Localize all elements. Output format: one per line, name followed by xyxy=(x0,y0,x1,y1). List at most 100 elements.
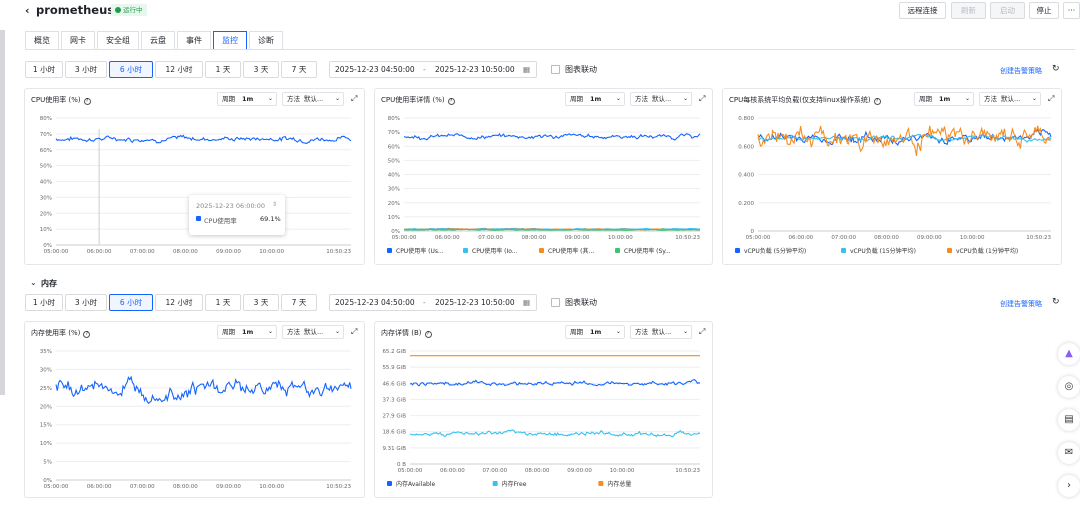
period-select[interactable]: 周期 1m ⌄ xyxy=(565,325,625,339)
series-line xyxy=(55,375,352,405)
mem-range-3h-button[interactable]: 3 小时 xyxy=(65,294,107,311)
period-label: 周期 xyxy=(919,95,932,103)
stop-button[interactable]: 停止 xyxy=(1029,2,1059,19)
mem-range-7d-button[interactable]: 7 天 xyxy=(281,294,317,311)
refresh-icon[interactable]: ↻ xyxy=(1052,64,1060,74)
period-label: 周期 xyxy=(570,95,583,103)
chevron-down-icon: ⌄ xyxy=(267,95,273,102)
help-icon[interactable]: ? xyxy=(424,331,432,338)
method-select[interactable]: 方法 默认... ⌄ xyxy=(630,325,692,339)
x-tick-label: 10:00:00 xyxy=(259,484,284,490)
expand-icon[interactable]: ⤢ xyxy=(1048,94,1054,104)
chevron-down-icon: ⌄ xyxy=(964,95,970,102)
tab-events[interactable]: 事件 xyxy=(177,31,211,50)
x-tick-label: 07:00:00 xyxy=(478,235,503,241)
method-select[interactable]: 方法 默认... ⌄ xyxy=(282,325,344,339)
tab-cloud-disk[interactable]: 云盘 xyxy=(141,31,175,50)
range-3h-button[interactable]: 3 小时 xyxy=(65,61,107,78)
collapse-panel-icon[interactable]: › xyxy=(1058,475,1080,497)
tab-monitor[interactable]: 监控 xyxy=(213,31,247,50)
y-tick-label: 10% xyxy=(40,441,52,447)
section-collapse-chevron-icon[interactable]: ⌄ xyxy=(30,278,37,287)
mem-range-6h-button[interactable]: 6 小时 xyxy=(109,294,153,311)
tooltip-sort-icon: ⇕ xyxy=(272,201,278,208)
refresh-button[interactable]: 刷新 xyxy=(951,2,986,19)
docs-book-icon[interactable]: ▤ xyxy=(1058,409,1080,431)
mem-range-12h-button[interactable]: 12 小时 xyxy=(155,294,203,311)
chart-tooltip: 2025-12-23 06:00:00 ⇕ CPU使用率 69.1% xyxy=(189,195,285,235)
period-select[interactable]: 周期 1m ⌄ xyxy=(914,92,974,106)
link-charts-label: 图表联动 xyxy=(565,65,597,74)
tooltip-series-name: CPU使用率 xyxy=(204,217,237,225)
series-line xyxy=(403,228,701,231)
help-icon[interactable]: ? xyxy=(447,98,455,105)
period-value: 1m xyxy=(242,328,254,336)
tab-nic[interactable]: 网卡 xyxy=(61,31,95,50)
y-tick-label: 0% xyxy=(43,478,52,484)
range-12h-button[interactable]: 12 小时 xyxy=(155,61,203,78)
support-headset-icon[interactable]: ◎ xyxy=(1058,376,1080,398)
feedback-message-icon[interactable]: ✉ xyxy=(1058,442,1080,464)
help-icon[interactable]: ? xyxy=(83,331,91,338)
method-select[interactable]: 方法 默认... ⌄ xyxy=(979,92,1041,106)
legend-swatch xyxy=(463,248,468,253)
range-7d-button[interactable]: 7 天 xyxy=(281,61,317,78)
ai-assistant-icon[interactable]: ▲ xyxy=(1058,343,1080,365)
chevron-down-icon: ⌄ xyxy=(682,328,688,335)
more-button[interactable]: ··· xyxy=(1063,2,1080,19)
help-icon[interactable]: ? xyxy=(873,98,881,105)
mem-date-range-picker[interactable]: 2025-12-23 04:50:00 - 2025-12-23 10:50:0… xyxy=(329,294,537,311)
legend-label: CPU使用率 (Us... xyxy=(396,247,444,255)
mem-range-1h-button[interactable]: 1 小时 xyxy=(25,294,63,311)
tooltip-series-swatch xyxy=(196,216,201,221)
legend-label: CPU使用率 (其... xyxy=(548,247,594,255)
chevron-down-icon: ⌄ xyxy=(615,95,621,102)
cpu-time-range-bar: 1 小时 3 小时 6 小时 12 小时 1 天 3 天 7 天 2025-12… xyxy=(25,61,597,78)
y-tick-label: 37.3 GiB xyxy=(382,397,406,403)
mem-range-3d-button[interactable]: 3 天 xyxy=(243,294,279,311)
y-tick-label: 30% xyxy=(40,367,52,373)
method-select[interactable]: 方法 默认... ⌄ xyxy=(282,92,344,106)
period-label: 周期 xyxy=(222,328,235,336)
mem-link-charts-checkbox[interactable] xyxy=(551,298,560,307)
legend-swatch xyxy=(841,248,846,253)
period-select[interactable]: 周期 1m ⌄ xyxy=(217,92,277,106)
link-charts-checkbox[interactable] xyxy=(551,65,560,74)
mem-create-alarm-link[interactable]: 创建告警策略 xyxy=(1000,299,1042,309)
series-line xyxy=(403,228,701,232)
x-tick-label: 05:00:00 xyxy=(44,484,69,490)
expand-icon[interactable]: ⤢ xyxy=(699,327,705,337)
chart-plot: 0 0.200 0.400 0.600 0.800 05:00:00 06:00:00 07:… xyxy=(735,116,1052,255)
tab-overview[interactable]: 概览 xyxy=(25,31,59,50)
expand-icon[interactable]: ⤢ xyxy=(351,327,357,337)
tab-diagnose[interactable]: 诊断 xyxy=(249,31,283,50)
period-value: 1m xyxy=(590,328,602,336)
method-select[interactable]: 方法 默认... ⌄ xyxy=(630,92,692,106)
expand-icon[interactable]: ⤢ xyxy=(351,94,357,104)
period-label: 周期 xyxy=(570,328,583,336)
chevron-down-icon: ⌄ xyxy=(334,95,340,102)
method-value: 默认... xyxy=(1001,95,1021,103)
expand-icon[interactable]: ⤢ xyxy=(699,94,705,104)
create-alarm-link[interactable]: 创建告警策略 xyxy=(1000,66,1042,76)
legend-label: CPU使用率 (Io... xyxy=(472,247,518,255)
range-1h-button[interactable]: 1 小时 xyxy=(25,61,63,78)
remote-connect-button[interactable]: 远程连接 xyxy=(899,2,946,19)
period-select[interactable]: 周期 1m ⌄ xyxy=(565,92,625,106)
mem-range-1d-button[interactable]: 1 天 xyxy=(205,294,241,311)
method-value: 默认... xyxy=(652,328,672,336)
y-tick-label: 10% xyxy=(40,227,52,233)
start-button[interactable]: 启动 xyxy=(990,2,1025,19)
period-value: 1m xyxy=(590,95,602,103)
back-chevron-icon[interactable]: ‹ xyxy=(25,4,30,17)
date-range-picker[interactable]: 2025-12-23 04:50:00 - 2025-12-23 10:50:0… xyxy=(329,61,537,78)
help-icon[interactable]: ? xyxy=(83,98,91,105)
tab-bar: 概览 网卡 安全组 云盘 事件 监控 诊断 xyxy=(25,31,285,50)
period-select[interactable]: 周期 1m ⌄ xyxy=(217,325,277,339)
range-6h-button[interactable]: 6 小时 xyxy=(109,61,153,78)
tab-security-group[interactable]: 安全组 xyxy=(97,31,139,50)
range-1d-button[interactable]: 1 天 xyxy=(205,61,241,78)
chevron-down-icon: ⌄ xyxy=(682,95,688,102)
mem-refresh-icon[interactable]: ↻ xyxy=(1052,297,1060,307)
range-3d-button[interactable]: 3 天 xyxy=(243,61,279,78)
